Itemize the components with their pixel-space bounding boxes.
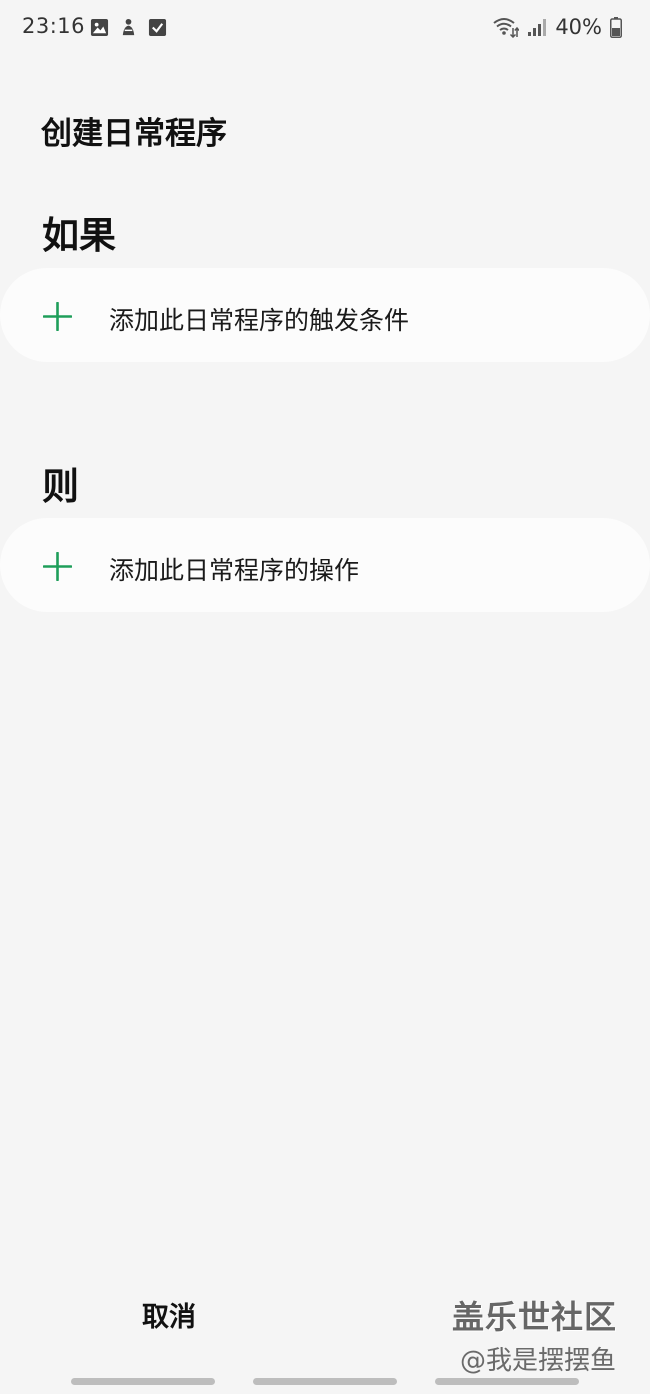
status-bar: 23:16 40% [0,0,650,58]
cancel-button[interactable]: 取消 [120,1296,218,1340]
wifi-icon [493,18,520,38]
if-section-heading: 如果 [42,214,116,257]
nav-bar-pill [253,1378,397,1385]
battery-percent: 40% [555,15,602,39]
add-trigger-condition-button[interactable]: 添加此日常程序的触发条件 [0,268,650,362]
nav-bar-pill [71,1378,215,1385]
system-status: 40% [493,15,622,39]
add-trigger-label: 添加此日常程序的触发条件 [109,306,410,335]
gallery-icon [90,18,109,37]
signal-icon [528,19,547,36]
fitness-icon [122,18,135,36]
watermark-title: 盖乐世社区 [452,1298,618,1336]
nav-bar-pill [435,1378,579,1385]
notification-icons [90,18,167,37]
watermark-user: @我是摆摆鱼 [460,1346,617,1376]
then-section-heading: 则 [42,465,79,508]
checkbox-icon [148,18,167,37]
plus-icon [43,302,72,331]
battery-icon [610,16,622,38]
plus-icon [43,552,72,581]
status-time: 23:16 [22,14,86,38]
page-title: 创建日常程序 [41,116,227,152]
add-action-label: 添加此日常程序的操作 [109,556,360,585]
add-action-button[interactable]: 添加此日常程序的操作 [0,518,650,612]
